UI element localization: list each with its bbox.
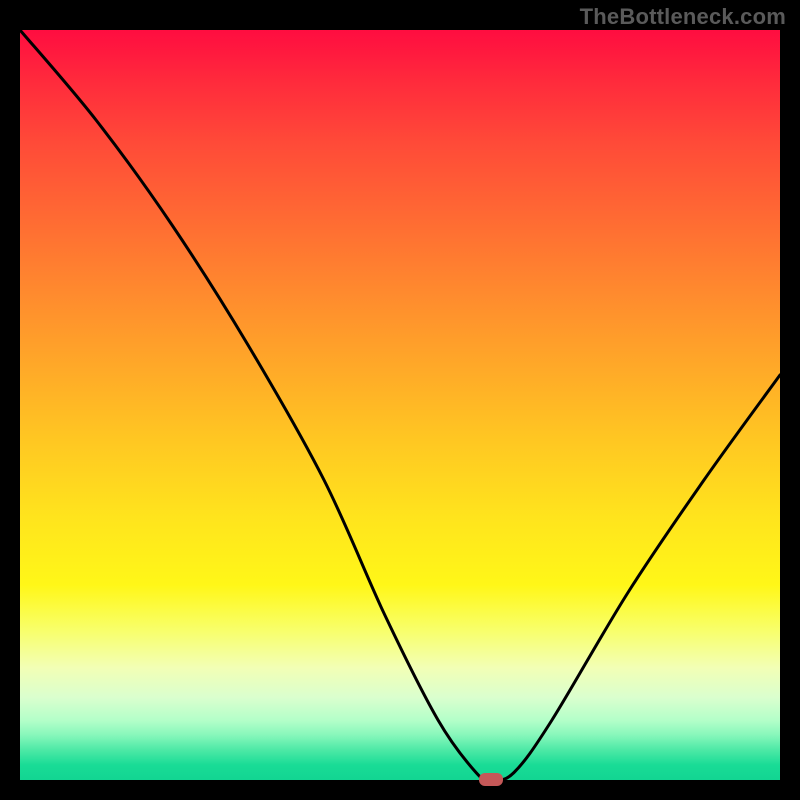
bottleneck-curve-svg	[20, 30, 780, 780]
watermark-text: TheBottleneck.com	[580, 4, 786, 30]
bottleneck-curve-path	[20, 30, 780, 780]
plot-area	[20, 30, 780, 780]
minimum-marker	[479, 773, 503, 786]
chart-frame: TheBottleneck.com	[0, 0, 800, 800]
